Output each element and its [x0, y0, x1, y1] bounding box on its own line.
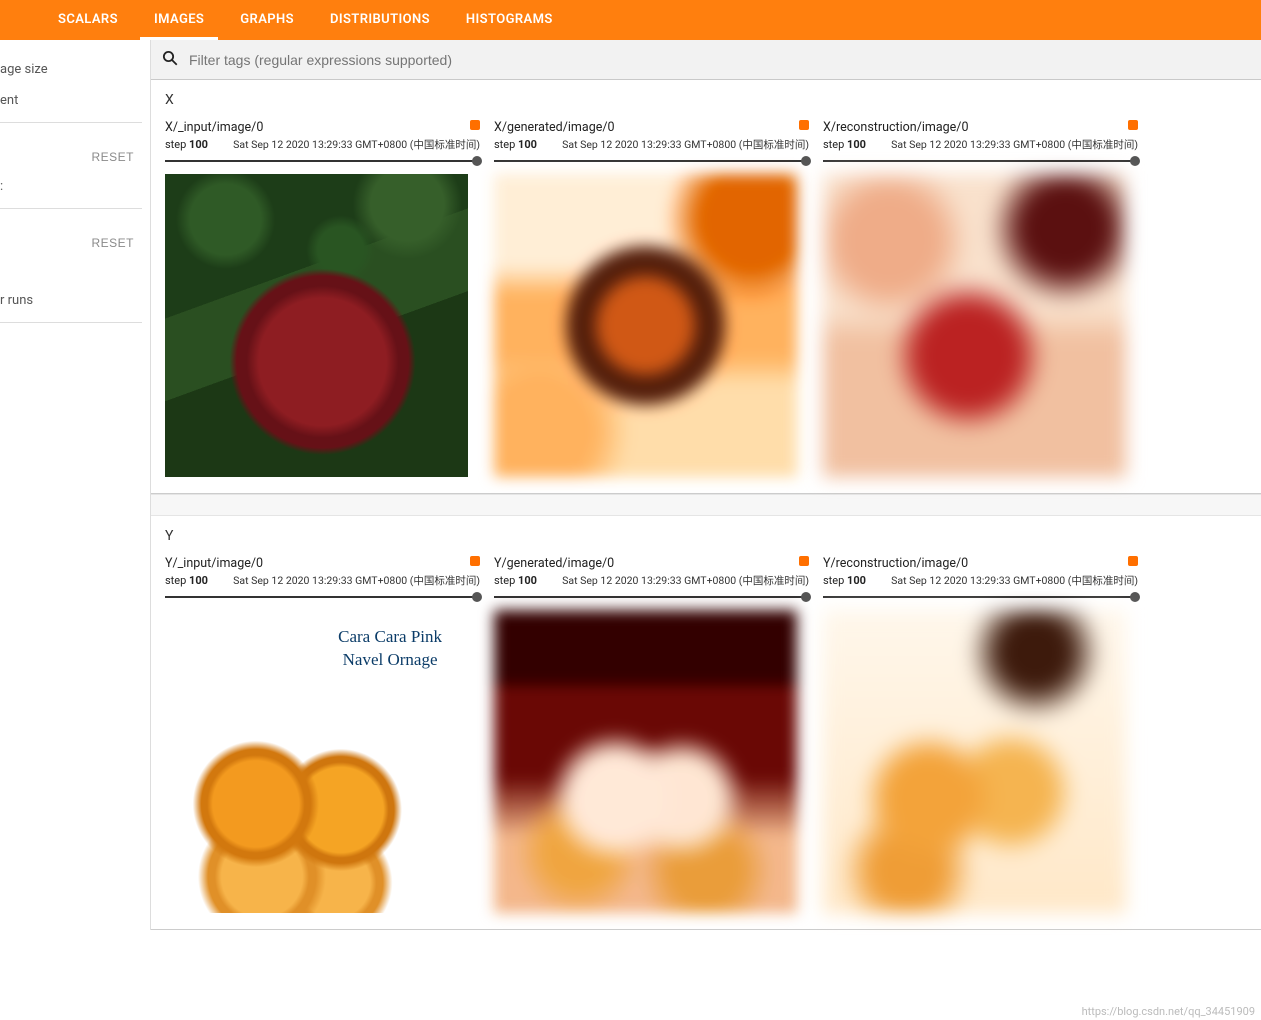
- step-value: 100: [189, 574, 208, 587]
- step-value: 100: [518, 574, 537, 587]
- step-label: step 100: [165, 138, 208, 151]
- image-preview[interactable]: [823, 174, 1126, 477]
- tab-scalars[interactable]: SCALARS: [40, 0, 136, 40]
- image-card: X/_input/image/0step 100 Sat Sep 12 2020 …: [165, 120, 480, 477]
- step-slider[interactable]: [165, 590, 480, 604]
- image-card: Y/reconstruction/image/0 step 100 Sat Sep …: [823, 556, 1138, 913]
- card-title: X/generated/image/0: [494, 120, 615, 135]
- watermark: https://blog.csdn.net/qq_34451909: [1082, 1005, 1255, 1018]
- sidebar-label-2: ent: [0, 85, 142, 116]
- tab-histograms[interactable]: HISTOGRAMS: [448, 0, 571, 40]
- timestamp: Sat Sep 12 2020 13:29:33 GMT+0800 (中国标准时…: [233, 573, 480, 588]
- image-preview[interactable]: [165, 610, 468, 913]
- section: X X/_input/image/0step 100 Sat Sep 12 2020…: [151, 80, 1261, 494]
- card-title: X/_input/image/0: [165, 120, 263, 135]
- step-slider[interactable]: [823, 154, 1138, 168]
- card-title: Y/generated/image/0: [494, 556, 614, 571]
- reset-button-2[interactable]: RESET: [85, 235, 140, 251]
- sidebar-label-image-size: age size: [0, 54, 142, 85]
- sidebar: age size ent RESET : RESET r runs: [0, 40, 150, 930]
- card-row: X/_input/image/0step 100 Sat Sep 12 2020 …: [151, 116, 1261, 477]
- step-slider[interactable]: [823, 590, 1138, 604]
- collapse-badge[interactable]: [799, 556, 809, 566]
- card-title: X/reconstruction/image/0: [823, 120, 968, 135]
- top-nav: SCALARS IMAGES GRAPHS DISTRIBUTIONS HIST…: [0, 0, 1261, 40]
- slider-knob[interactable]: [472, 156, 482, 166]
- collapse-badge[interactable]: [799, 120, 809, 130]
- step-value: 100: [847, 574, 866, 587]
- section-header[interactable]: X: [151, 80, 1261, 116]
- main-panel: X X/_input/image/0step 100 Sat Sep 12 2020…: [150, 40, 1261, 930]
- sidebar-divider: [0, 122, 142, 123]
- step-label: step 100: [494, 138, 537, 151]
- collapse-badge[interactable]: [1128, 120, 1138, 130]
- step-label: step 100: [165, 574, 208, 587]
- step-slider[interactable]: [494, 154, 809, 168]
- timestamp: Sat Sep 12 2020 13:29:33 GMT+0800 (中国标准时…: [891, 137, 1138, 152]
- image-preview[interactable]: [165, 174, 468, 477]
- step-label: step 100: [823, 138, 866, 151]
- tab-distributions[interactable]: DISTRIBUTIONS: [312, 0, 448, 40]
- tab-graphs[interactable]: GRAPHS: [222, 0, 312, 40]
- search-input[interactable]: [187, 51, 1251, 69]
- search-icon: [161, 49, 187, 71]
- tab-images[interactable]: IMAGES: [136, 0, 222, 40]
- image-preview[interactable]: [494, 174, 797, 477]
- step-slider[interactable]: [494, 590, 809, 604]
- timestamp: Sat Sep 12 2020 13:29:33 GMT+0800 (中国标准时…: [562, 137, 809, 152]
- image-card: Y/generated/image/0 step 100 Sat Sep 12 20…: [494, 556, 809, 913]
- sidebar-divider: [0, 322, 142, 323]
- step-label: step 100: [494, 574, 537, 587]
- step-slider[interactable]: [165, 154, 480, 168]
- search-bar: [151, 40, 1261, 80]
- slider-knob[interactable]: [472, 592, 482, 602]
- step-value: 100: [518, 138, 537, 151]
- image-card: X/generated/image/0 step 100 Sat Sep 12 20…: [494, 120, 809, 477]
- card-title: Y/_input/image/0: [165, 556, 263, 571]
- image-card: Y/_input/image/0step 100 Sat Sep 12 2020 …: [165, 556, 480, 913]
- image-preview[interactable]: [494, 610, 797, 913]
- section-gap: [151, 494, 1261, 516]
- step-label: step 100: [823, 574, 866, 587]
- image-card: X/reconstruction/image/0 step 100 Sat Sep …: [823, 120, 1138, 477]
- collapse-badge[interactable]: [470, 120, 480, 130]
- sidebar-divider: [0, 208, 142, 209]
- section-header[interactable]: Y: [151, 516, 1261, 552]
- collapse-badge[interactable]: [1128, 556, 1138, 566]
- card-title: Y/reconstruction/image/0: [823, 556, 968, 571]
- card-row: Y/_input/image/0step 100 Sat Sep 12 2020 …: [151, 552, 1261, 913]
- collapse-badge[interactable]: [470, 556, 480, 566]
- sidebar-label-runs: r runs: [0, 285, 142, 316]
- slider-knob[interactable]: [801, 156, 811, 166]
- step-value: 100: [847, 138, 866, 151]
- image-preview[interactable]: [823, 610, 1126, 913]
- slider-knob[interactable]: [1130, 156, 1140, 166]
- timestamp: Sat Sep 12 2020 13:29:33 GMT+0800 (中国标准时…: [562, 573, 809, 588]
- slider-knob[interactable]: [801, 592, 811, 602]
- slider-knob[interactable]: [1130, 592, 1140, 602]
- reset-button-1[interactable]: RESET: [85, 149, 140, 165]
- step-value: 100: [189, 138, 208, 151]
- sidebar-label-3: :: [0, 171, 142, 202]
- section: Y Y/_input/image/0step 100 Sat Sep 12 2020…: [151, 516, 1261, 930]
- timestamp: Sat Sep 12 2020 13:29:33 GMT+0800 (中国标准时…: [891, 573, 1138, 588]
- timestamp: Sat Sep 12 2020 13:29:33 GMT+0800 (中国标准时…: [233, 137, 480, 152]
